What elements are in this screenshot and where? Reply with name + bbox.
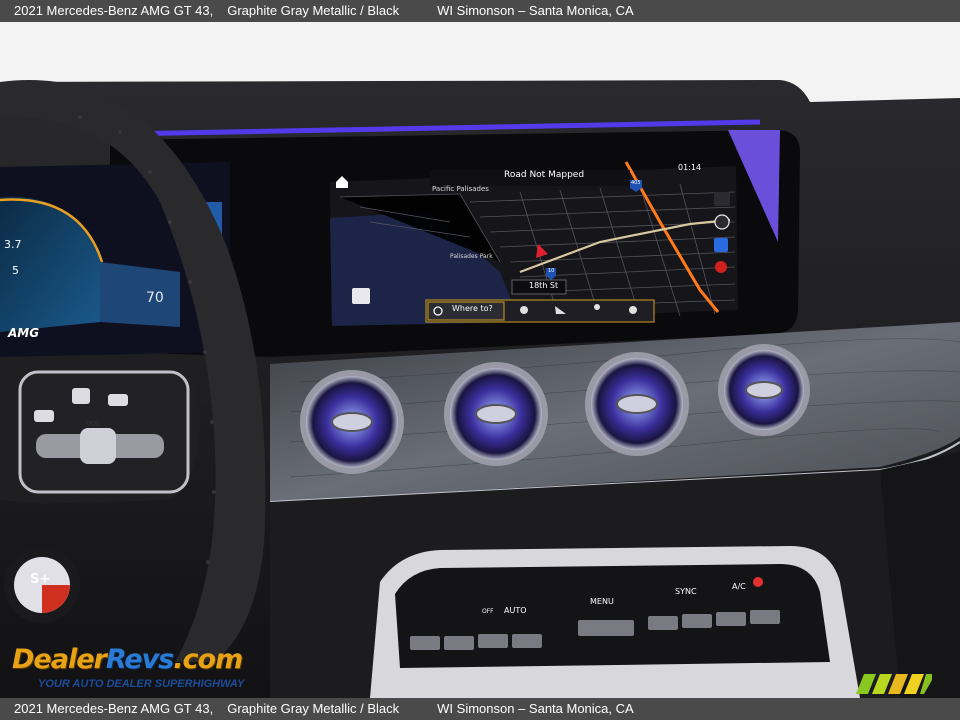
caption-bar-top: 2021 Mercedes-Benz AMG GT 43, Graphite Gr…: [0, 0, 960, 22]
nav-highway-shield-10: 10: [548, 268, 555, 274]
caption-color-bottom: Graphite Gray Metallic / Black: [227, 701, 400, 716]
caption-bar-bottom: 2021 Mercedes-Benz AMG GT 43, Graphite Gr…: [0, 698, 960, 720]
cluster-readout-2: 5: [12, 264, 19, 277]
climate-ac-button[interactable]: A/C: [732, 582, 746, 591]
cluster-readout-1: 3.7: [4, 238, 22, 251]
caption-dealer-bottom: WI Simonson – Santa Monica, CA: [437, 701, 634, 716]
steering-vol-label: VOL: [86, 420, 101, 428]
dealerrevs-tagline: YOUR AUTO DEALER SUPERHIGHWAY: [38, 678, 245, 690]
climate-menu-button[interactable]: MENU: [590, 597, 614, 606]
nav-place-label-2: Palisades Park: [450, 253, 493, 260]
nav-place-label-1: Pacific Palisades: [432, 185, 489, 193]
climate-sync-button[interactable]: SYNC: [675, 587, 697, 596]
dashboard-photo: Road Not Mapped 01:14 Pacific Palisades …: [0, 22, 960, 698]
dealerrevs-logo: DealerRevs.com: [12, 644, 243, 675]
caption-title-bottom: 2021 Mercedes-Benz AMG GT 43,: [14, 701, 214, 716]
nav-search-button[interactable]: Where to?: [452, 304, 493, 313]
cluster-brand: AMG: [8, 326, 40, 340]
nav-current-street: 18th St: [529, 281, 559, 290]
dealerrevs-watermark: DealerRevs.com YOUR AUTO DEALER SUPERHIG…: [10, 642, 270, 698]
drive-mode-label: S+: [30, 572, 51, 587]
caption-title: 2021 Mercedes-Benz AMG GT 43,: [14, 3, 214, 18]
nav-road-status: Road Not Mapped: [504, 170, 585, 180]
climate-auto-button[interactable]: AUTO: [504, 606, 527, 615]
caption-dealer: WI Simonson – Santa Monica, CA: [437, 3, 634, 18]
cluster-speed: 70: [146, 290, 164, 306]
caption-color: Graphite Gray Metallic / Black: [227, 3, 400, 18]
climate-off-label: OFF: [482, 608, 494, 615]
dashboard-illustration: [0, 22, 960, 698]
nav-clock: 01:14: [678, 163, 702, 172]
nav-highway-shield-405: 405: [631, 180, 641, 186]
stripes-logo: [856, 674, 932, 694]
